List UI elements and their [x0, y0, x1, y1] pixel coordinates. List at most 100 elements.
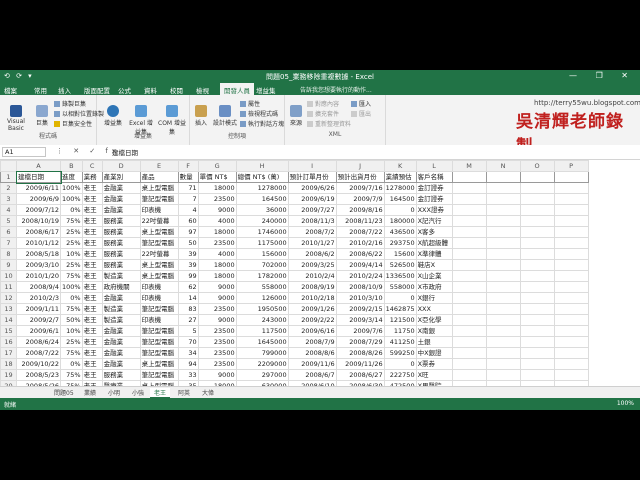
cell[interactable]: [519, 358, 555, 370]
column-header-P[interactable]: P: [553, 160, 589, 172]
cell[interactable]: 老王: [81, 270, 103, 282]
cell[interactable]: [451, 204, 487, 216]
cell[interactable]: 4: [177, 204, 199, 216]
cell[interactable]: 桌上型電腦: [139, 226, 179, 238]
cell[interactable]: 2008/6/22: [335, 248, 385, 260]
visual-basic-button[interactable]: Visual Basic: [2, 105, 30, 132]
cell[interactable]: 599250: [383, 347, 417, 359]
row-header[interactable]: 7: [0, 237, 17, 249]
column-header-N[interactable]: N: [485, 160, 521, 172]
cell[interactable]: 9000: [197, 292, 237, 304]
cell[interactable]: 22吋螢幕: [139, 248, 179, 260]
cell[interactable]: 4000: [197, 248, 237, 260]
row-header[interactable]: 18: [0, 358, 17, 370]
cell[interactable]: [553, 193, 589, 205]
cell[interactable]: 10%: [60, 325, 83, 337]
cell[interactable]: 23500: [197, 347, 237, 359]
cell[interactable]: 100%: [60, 281, 83, 293]
cell[interactable]: X市政府: [415, 281, 453, 293]
cell[interactable]: [519, 248, 555, 260]
cell[interactable]: X南銀: [415, 325, 453, 337]
properties-button[interactable]: 屬性: [240, 99, 260, 108]
cell[interactable]: 2008/8/6: [287, 347, 337, 359]
row-header[interactable]: 14: [0, 314, 17, 326]
cell[interactable]: 75%: [60, 347, 83, 359]
cell[interactable]: 526500: [383, 259, 417, 271]
cell[interactable]: 2009/8/16: [335, 204, 385, 216]
cell[interactable]: 老王: [81, 325, 103, 337]
cell[interactable]: [485, 226, 521, 238]
refresh-data-button[interactable]: 重新整理資料: [307, 119, 351, 128]
cell[interactable]: 75%: [60, 303, 83, 315]
cell[interactable]: 2009/2/15: [335, 303, 385, 315]
cell[interactable]: 2008/8/26: [335, 347, 385, 359]
cell[interactable]: 2010/2/4: [287, 270, 337, 282]
cell[interactable]: X亞化學: [415, 314, 453, 326]
cell[interactable]: 預計訂單月份: [287, 171, 337, 183]
cell[interactable]: [519, 226, 555, 238]
cell[interactable]: 2008/6/17: [16, 226, 61, 238]
cell[interactable]: [451, 314, 487, 326]
cell[interactable]: 2009/6/9: [16, 193, 61, 205]
cell[interactable]: 筆記型電腦: [139, 325, 179, 337]
row-header[interactable]: 8: [0, 248, 17, 260]
row-header[interactable]: 11: [0, 281, 17, 293]
cell[interactable]: 15600: [383, 248, 417, 260]
cell[interactable]: 0%: [60, 358, 83, 370]
cell[interactable]: 金融業: [101, 204, 141, 216]
insert-control-button[interactable]: 插入: [192, 105, 210, 127]
cell[interactable]: [553, 248, 589, 260]
cell[interactable]: 39: [177, 248, 199, 260]
cell[interactable]: 老王: [81, 215, 103, 227]
column-header-I[interactable]: I: [287, 160, 337, 172]
cell[interactable]: [451, 248, 487, 260]
cell[interactable]: [519, 259, 555, 271]
cell[interactable]: 75%: [60, 270, 83, 282]
cell[interactable]: 2009/6/1: [16, 325, 61, 337]
cell[interactable]: [485, 259, 521, 271]
cell[interactable]: 金訂證券: [415, 182, 453, 194]
cell[interactable]: 25%: [60, 226, 83, 238]
row-header[interactable]: 2: [0, 182, 17, 194]
cell[interactable]: 0: [383, 358, 417, 370]
cell[interactable]: 2009/7/9: [335, 193, 385, 205]
cell[interactable]: [519, 314, 555, 326]
cell[interactable]: [553, 171, 589, 183]
cell[interactable]: 2010/1/27: [287, 237, 337, 249]
cell[interactable]: 政府機關: [101, 281, 141, 293]
cell[interactable]: 製造業: [101, 303, 141, 315]
cell[interactable]: 50: [177, 237, 199, 249]
tell-me-box[interactable]: 告訴我您想要執行的動作...: [300, 85, 372, 94]
cell[interactable]: 0%: [60, 204, 83, 216]
cell[interactable]: 2008/7/29: [335, 336, 385, 348]
cell[interactable]: 23500: [197, 358, 237, 370]
cell[interactable]: 2008/11/3: [287, 215, 337, 227]
cell[interactable]: 服務業: [101, 226, 141, 238]
window-controls[interactable]: — ❐ ✕: [569, 71, 636, 80]
cell[interactable]: 桌上型電腦: [139, 270, 179, 282]
cell[interactable]: [519, 292, 555, 304]
sheet-tab-6[interactable]: 大偉: [198, 388, 218, 397]
cell[interactable]: [451, 259, 487, 271]
cell[interactable]: 老王: [81, 182, 103, 194]
cell[interactable]: [519, 182, 555, 194]
cell[interactable]: 2008/10/19: [16, 215, 61, 227]
cell[interactable]: 27: [177, 314, 199, 326]
cell[interactable]: [451, 215, 487, 227]
cell[interactable]: 2008/11/23: [335, 215, 385, 227]
design-mode-button[interactable]: 設計模式: [212, 105, 238, 127]
tab-5[interactable]: 資料: [144, 85, 157, 95]
cell[interactable]: 老王: [81, 336, 103, 348]
cell[interactable]: 558000: [235, 281, 289, 293]
column-header-F[interactable]: F: [177, 160, 199, 172]
cell[interactable]: 75%: [60, 215, 83, 227]
cell[interactable]: 2008/9/19: [287, 281, 337, 293]
tab-1[interactable]: 常用: [34, 85, 47, 95]
cell[interactable]: 單價 NT$: [197, 171, 237, 183]
cell[interactable]: X記汽行: [415, 215, 453, 227]
row-header[interactable]: 3: [0, 193, 17, 205]
cell[interactable]: [451, 226, 487, 238]
cell[interactable]: 筆記型電腦: [139, 237, 179, 249]
row-header[interactable]: 16: [0, 336, 17, 348]
cell[interactable]: [451, 171, 487, 183]
